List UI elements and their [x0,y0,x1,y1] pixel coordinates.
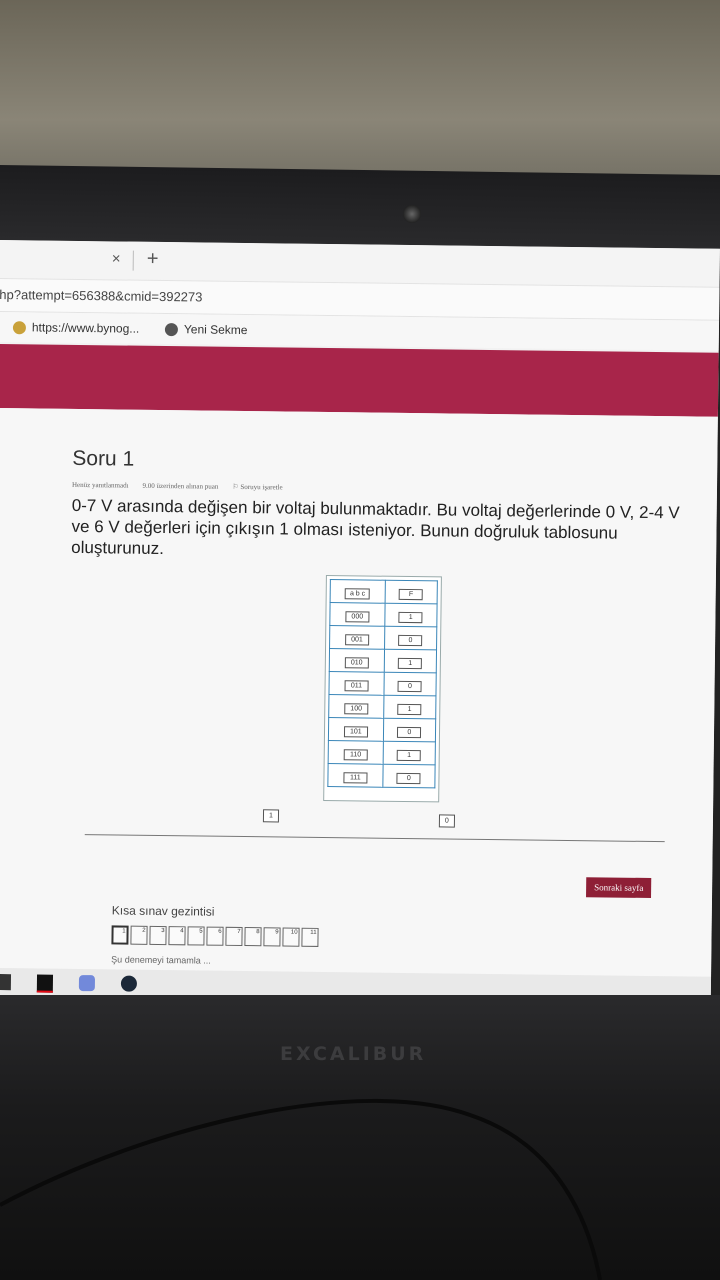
quiz-nav-page[interactable]: 4 [168,926,186,946]
brand-logo: EXCALIBUR [280,1043,427,1065]
drag-item[interactable]: 000 [345,611,370,623]
webcam [403,205,421,223]
file-explorer-icon[interactable] [0,973,12,991]
table-header-row: a b c F [330,579,438,604]
drop-zone-abc[interactable]: 011 [328,671,384,696]
drop-zone-abc[interactable]: 100 [328,694,384,719]
truth-table-grid: a b c F 000 1 001 0 010 1 011 0 100 1 10… [327,579,438,788]
drop-zone-abc[interactable]: 110 [328,740,384,765]
bookmark-label: Yeni Sekme [183,322,248,338]
drag-item[interactable]: 011 [344,680,369,692]
flag-question-link[interactable]: ⚐ Soruyu işaretle [232,483,282,492]
quiz-navigation: 1 2 3 4 5 6 7 8 9 10 11 [111,925,319,947]
drag-item[interactable]: 0 [398,634,423,647]
drag-source-zero[interactable]: 0 [438,814,455,828]
drag-item[interactable]: 010 [344,657,369,669]
quiz-nav-page[interactable]: 11 [301,927,319,947]
next-page-button[interactable]: Sonraki sayfa [586,877,652,899]
header-f: F [398,588,424,601]
drag-item[interactable]: 111 [343,772,368,784]
drag-item[interactable]: 110 [343,749,368,761]
url-text[interactable]: hp?attempt=656388&cmid=392273 [0,287,203,304]
drop-zone-abc[interactable]: 001 [329,625,385,650]
laptop-top-bezel [0,164,720,251]
bookmark-bynogame[interactable]: https://www.bynog... [12,320,140,336]
drag-item[interactable]: 1 [398,657,423,670]
question-meta: Henüz yanıtlanmadı 9.00 üzerinden alınan… [72,481,283,492]
drag-item[interactable]: 0 [396,772,421,785]
table-row: 100 1 [328,694,436,719]
table-row: 000 1 [329,602,438,627]
tab-close-icon[interactable]: × [112,250,121,267]
new-tab-icon[interactable]: + [147,248,159,271]
quiz-nav-page[interactable]: 2 [130,925,148,945]
drag-item[interactable]: 1 [397,749,422,762]
drop-zone-f[interactable]: 0 [383,718,436,742]
quiz-nav-page[interactable]: 6 [206,926,224,946]
drag-item[interactable]: 1 [398,611,423,624]
finish-attempt-link[interactable]: Şu denemeyi tamamla ... [111,954,211,965]
flag-label: Soruyu işaretle [240,482,283,492]
discord-icon[interactable] [78,975,96,992]
table-row: 110 1 [328,740,436,765]
divider [84,834,665,843]
drop-zone-f[interactable]: 0 [382,764,436,788]
drag-item[interactable]: 0 [397,680,423,693]
quiz-content: Soru 1 Henüz yanıtlanmadı 9.00 üzerinden… [0,407,718,977]
header-abc: a b c [344,588,371,600]
drop-zone-abc[interactable]: 101 [328,717,384,742]
drag-source-one[interactable]: 1 [262,809,279,823]
quiz-nav-page[interactable]: 8 [244,927,262,947]
table-row: 010 1 [329,648,437,673]
drop-zone-f[interactable]: 1 [383,649,437,673]
drag-item[interactable]: 0 [397,726,422,739]
quiz-nav-page[interactable]: 1 [111,925,129,945]
drop-zone-f[interactable]: 0 [383,672,437,696]
site-header [0,343,719,417]
quiz-nav-page[interactable]: 5 [187,926,205,946]
quiz-nav-page[interactable]: 7 [225,926,243,947]
question-status: Henüz yanıtlanmadı [71,480,129,490]
drop-zone-abc[interactable]: 000 [329,602,385,627]
table-row: 011 0 [328,671,437,696]
question-text: 0-7 V arasında değişen bir voltaj bulunm… [71,495,680,559]
bynogame-favicon-icon [12,320,27,334]
quiz-navigation-title: Kısa sınav gezintisi [111,903,215,919]
netflix-icon[interactable] [36,974,54,993]
drag-item[interactable]: 100 [344,703,369,715]
tab-separator [132,250,134,271]
bookmark-label: https://www.bynog... [31,320,140,336]
cable [0,1099,602,1280]
drag-item[interactable]: 101 [343,726,368,738]
table-row: 001 0 [329,625,437,650]
bookmark-new-tab[interactable]: Yeni Sekme [164,322,248,338]
drag-item[interactable]: 1 [397,703,422,716]
drop-zone-abc[interactable]: 010 [329,648,385,673]
laptop-screen: × + hp?attempt=656388&cmid=392273 https:… [0,240,720,1009]
truth-table: a b c F 000 1 001 0 010 1 011 0 100 1 10… [323,575,442,803]
question-points: 9.00 üzerinden alınan puan [142,481,219,491]
table-row: 101 0 [328,717,436,742]
table-row: 111 0 [327,763,436,788]
drag-item[interactable]: 001 [344,634,370,646]
question-title: Soru 1 [72,446,135,471]
drop-zone-f[interactable]: 0 [384,626,437,650]
drop-zone-f[interactable]: 1 [382,741,436,765]
quiz-nav-page[interactable]: 10 [282,927,300,947]
globe-icon [164,322,179,336]
header-cell-abc: a b c [330,579,386,604]
quiz-nav-page[interactable]: 9 [263,927,281,947]
quiz-nav-page[interactable]: 3 [149,925,167,946]
drop-zone-f[interactable]: 1 [383,695,436,719]
drop-zone-abc[interactable]: 111 [327,763,383,788]
header-cell-f: F [384,580,438,604]
steam-icon[interactable] [120,975,138,992]
drop-zone-f[interactable]: 1 [384,603,438,627]
